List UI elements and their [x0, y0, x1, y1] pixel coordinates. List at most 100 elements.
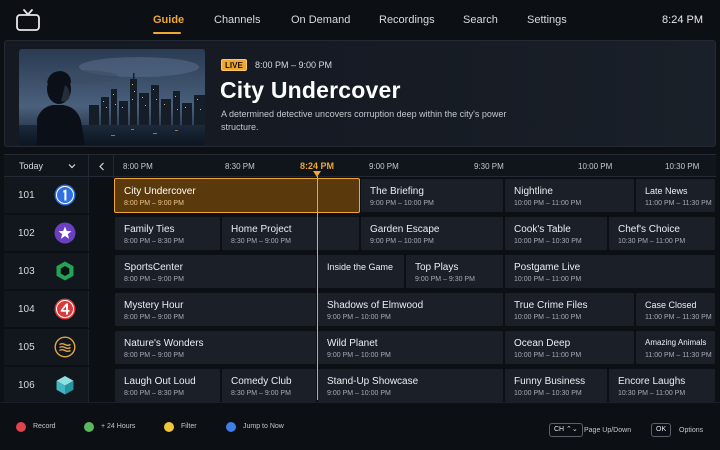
chevron-down-icon — [68, 164, 76, 169]
red-button-icon — [16, 422, 26, 432]
legend-label: Filter — [181, 423, 197, 430]
current-time-tick: 8:24 PM — [300, 161, 335, 171]
tv-icon[interactable] — [16, 9, 40, 31]
program-cell[interactable]: SportsCenter 8:00 PM – 9:00 PM — [114, 254, 317, 289]
clock: 8:24 PM — [662, 14, 703, 26]
program-title: Ocean Deep — [514, 338, 571, 349]
channel-logo-hexagon-icon — [56, 261, 74, 281]
channel-number: 102 — [18, 228, 35, 239]
program-title: Stand-Up Showcase — [327, 376, 419, 387]
program-cell[interactable]: Encore Laughs 10:30 PM – 11:00 PM — [608, 368, 716, 403]
day-label: Today — [19, 161, 44, 171]
program-time: 8:00 PM – 8:30 PM — [124, 390, 184, 397]
program-time: 10:00 PM – 11:00 PM — [514, 276, 582, 283]
program-guide: Today 8:00 PM 8:30 PM 8:24 PM 9:00 PM 9:… — [4, 154, 716, 404]
program-time: 10:00 PM – 10:30 PM — [514, 238, 582, 245]
program-cell[interactable]: Comedy Club 8:30 PM – 9:00 PM — [221, 368, 317, 403]
program-cell[interactable]: Wild Planet 9:00 PM – 10:00 PM — [317, 330, 504, 365]
program-time: 9:00 PM – 10:00 PM — [327, 390, 391, 397]
program-time: 10:00 PM – 11:00 PM — [514, 352, 582, 359]
program-title: City Undercover — [220, 77, 401, 103]
program-title: Encore Laughs — [618, 376, 686, 387]
ok-key[interactable]: OK — [651, 423, 672, 437]
program-cell[interactable]: Home Project 8:30 PM – 9:00 PM — [221, 216, 360, 251]
program-title: Wild Planet — [327, 338, 378, 349]
channel-cell[interactable]: 102 — [4, 215, 89, 252]
program-cell[interactable]: Case Closed 11:00 PM – 11:30 PM — [635, 292, 716, 327]
channel-cell[interactable]: 101 — [4, 177, 89, 214]
program-title: Amazing Animals — [645, 338, 707, 347]
program-title: City Undercover — [124, 186, 196, 197]
channel-row: 101 City Undercover 8:00 PM – 9:00 PM Th… — [4, 177, 716, 214]
program-cell[interactable]: City Undercover 8:00 PM – 9:00 PM — [114, 178, 360, 213]
channel-cell[interactable]: 104 — [4, 291, 89, 328]
program-cell[interactable]: True Crime Files 10:00 PM – 11:00 PM — [504, 292, 635, 327]
nav-channels[interactable]: Channels — [214, 14, 260, 26]
program-title: Home Project — [231, 224, 292, 235]
channel-logo-one-icon — [54, 184, 76, 206]
time-tick: 10:00 PM — [578, 162, 613, 171]
nav-recordings[interactable]: Recordings — [379, 14, 435, 26]
channel-cell[interactable]: 103 — [4, 253, 89, 290]
program-title: True Crime Files — [514, 300, 588, 311]
program-title: Laugh Out Loud — [124, 376, 196, 387]
channel-row: 104 Mystery Hour 8:00 PM – 9:00 PM Shado… — [4, 291, 716, 328]
previous-time-button[interactable] — [90, 155, 114, 178]
channel-number: 103 — [18, 266, 35, 277]
current-time-line — [317, 171, 318, 400]
program-time: 9:00 PM – 9:30 PM — [415, 276, 475, 283]
program-title: Postgame Live — [514, 262, 581, 273]
channel-key[interactable]: CH ⌃⌄ — [549, 423, 583, 437]
program-cell[interactable]: Shadows of Elmwood 9:00 PM – 10:00 PM — [317, 292, 504, 327]
program-thumbnail[interactable] — [19, 49, 205, 145]
green-button-icon — [84, 422, 94, 432]
program-title: Top Plays — [415, 262, 459, 273]
program-title: Inside the Game — [327, 262, 394, 272]
channel-cell[interactable]: 105 — [4, 329, 89, 366]
blue-button-icon — [226, 422, 236, 432]
program-title: SportsCenter — [124, 262, 183, 273]
program-cell[interactable]: Funny Business 10:00 PM – 10:30 PM — [504, 368, 608, 403]
time-header: Today 8:00 PM 8:30 PM 8:24 PM 9:00 PM 9:… — [4, 154, 716, 178]
program-cell[interactable]: Cook's Table 10:00 PM – 10:30 PM — [504, 216, 608, 251]
program-cell[interactable]: Mystery Hour 8:00 PM – 9:00 PM — [114, 292, 317, 327]
time-tick: 8:30 PM — [225, 162, 255, 171]
channel-cell[interactable]: 106 — [4, 367, 89, 404]
footer-legend: Record + 24 Hours Filter Jump to Now CH … — [0, 402, 720, 450]
program-cell[interactable]: Ocean Deep 10:00 PM – 11:00 PM — [504, 330, 635, 365]
program-title: Nightline — [514, 186, 553, 197]
program-cell[interactable]: Top Plays 9:00 PM – 9:30 PM — [405, 254, 504, 289]
program-cell[interactable]: Nature's Wonders 8:00 PM – 9:00 PM — [114, 330, 317, 365]
program-cell[interactable]: Chef's Choice 10:30 PM – 11:00 PM — [608, 216, 716, 251]
program-cell[interactable]: The Briefing 9:00 PM – 10:00 PM — [360, 178, 504, 213]
program-title: Cook's Table — [514, 224, 571, 235]
program-time: 8:00 PM – 9:00 PM — [124, 276, 184, 283]
day-selector[interactable]: Today — [4, 155, 89, 178]
nav-on-demand[interactable]: On Demand — [291, 14, 350, 26]
program-title: Nature's Wonders — [124, 338, 204, 349]
program-time: 8:30 PM – 9:00 PM — [231, 238, 291, 245]
legend-label: + 24 Hours — [101, 423, 136, 430]
program-time: 11:00 PM – 11:30 PM — [645, 200, 712, 207]
program-cell[interactable]: Laugh Out Loud 8:00 PM – 8:30 PM — [114, 368, 221, 403]
nav-search[interactable]: Search — [463, 14, 498, 26]
live-badge: LIVE — [221, 59, 247, 71]
time-tick: 8:00 PM — [123, 162, 153, 171]
program-cell[interactable]: Stand-Up Showcase 9:00 PM – 10:00 PM — [317, 368, 504, 403]
time-tick: 9:30 PM — [474, 162, 504, 171]
program-cell[interactable]: Garden Escape 9:00 PM – 10:00 PM — [360, 216, 504, 251]
program-cell[interactable]: Family Ties 8:00 PM – 8:30 PM — [114, 216, 221, 251]
program-time: 10:00 PM – 11:00 PM — [514, 200, 582, 207]
program-time: 9:00 PM – 10:00 PM — [370, 200, 434, 207]
nav-settings[interactable]: Settings — [527, 14, 567, 26]
channel-logo-cube-icon — [56, 376, 74, 395]
program-time: 8:30 PM – 9:00 PM — [231, 390, 291, 397]
program-cell[interactable]: Late News 11:00 PM – 11:30 PM — [635, 178, 716, 213]
program-time: 11:00 PM – 11:30 PM — [645, 314, 712, 321]
program-cell[interactable]: Amazing Animals 11:00 PM – 11:30 PM — [635, 330, 716, 365]
channel-logo-four-icon — [54, 298, 76, 320]
program-cell[interactable]: Postgame Live 10:00 PM – 11:00 PM — [504, 254, 716, 289]
program-cell[interactable]: Nightline 10:00 PM – 11:00 PM — [504, 178, 635, 213]
program-cell[interactable]: Inside the Game — [317, 254, 405, 289]
nav-guide[interactable]: Guide — [153, 14, 184, 26]
